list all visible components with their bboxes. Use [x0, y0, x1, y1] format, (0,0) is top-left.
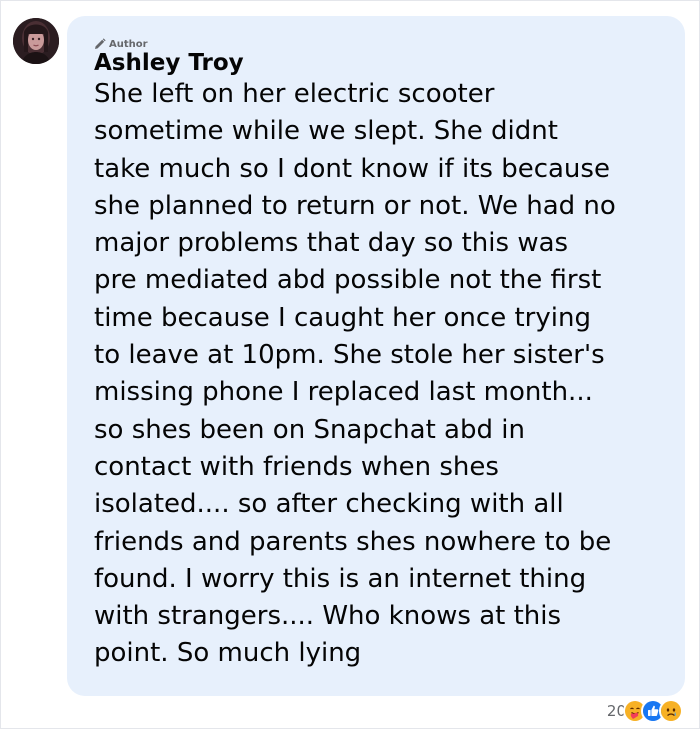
comment-line: missing phone I replaced last month... — [94, 377, 593, 408]
comment-text: She left on her electric scooter sometim… — [94, 76, 679, 673]
avatar[interactable] — [13, 18, 59, 64]
comment-line: contact with friends when shes — [94, 451, 499, 482]
comment-line: friends and parents shes nowhere to be — [94, 526, 612, 557]
comment-line: with strangers.... Who knows at this — [94, 601, 562, 632]
pencil-icon — [95, 38, 106, 49]
comment-line: isolated.... so after checking with all — [94, 489, 564, 520]
comment-card: Author Ashley Troy She left on her elect… — [0, 0, 700, 729]
comment-line: sometime while we slept. She didnt — [94, 116, 558, 147]
reactions-summary[interactable]: 20 — [607, 699, 683, 723]
avatar-image — [13, 18, 59, 64]
comment-line: major problems that day so this was — [94, 228, 569, 259]
comment-line: pre mediated abd possible not the first — [94, 265, 602, 296]
comment-line: to leave at 10pm. She stole her sister's — [94, 340, 605, 371]
comment-bubble: Author Ashley Troy She left on her elect… — [67, 16, 685, 696]
author-name[interactable]: Ashley Troy — [94, 50, 244, 76]
comment-line: point. So much lying — [94, 638, 362, 669]
author-badge-label: Author — [109, 38, 148, 50]
comment-line: so shes been on Snapchat abd in — [94, 414, 525, 445]
comment-line: take much so I dont know if its because — [94, 153, 610, 184]
comment-line: she planned to return or not. We had no — [94, 190, 616, 221]
comment-line: time because I caught her once trying — [94, 302, 591, 333]
comment-line: found. I worry this is an internet thing — [94, 563, 587, 594]
sad-emoji-icon — [659, 699, 683, 723]
author-badge: Author — [94, 38, 148, 50]
comment-line: She left on her electric scooter — [94, 79, 495, 109]
